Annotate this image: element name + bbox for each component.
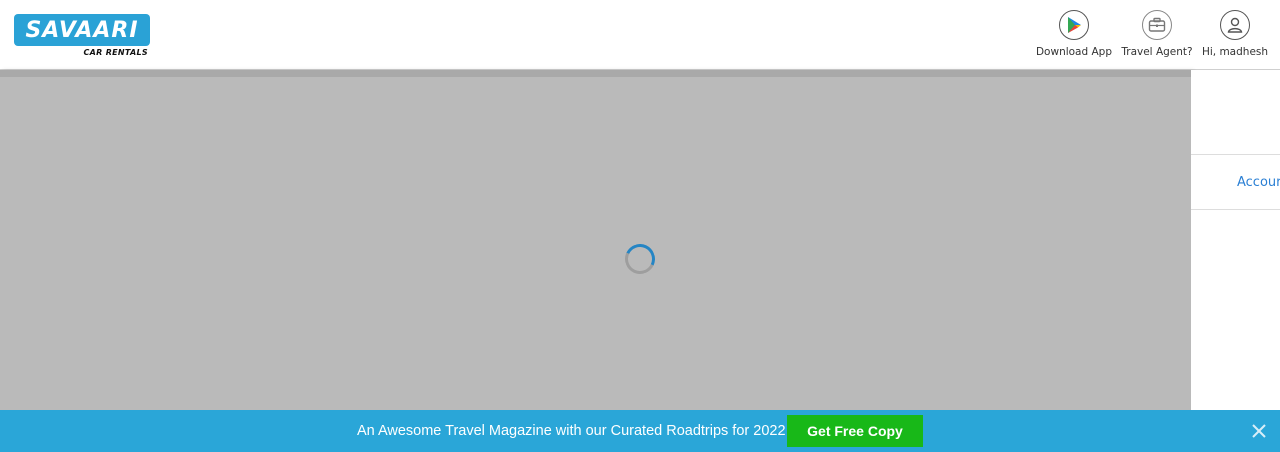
promo-banner: An Awesome Travel Magazine with our Cura… — [0, 410, 1280, 452]
promo-banner-text: An Awesome Travel Magazine with our Cura… — [357, 423, 786, 439]
main-content: Accour — [0, 70, 1280, 410]
briefcase-icon — [1142, 10, 1172, 40]
travel-agent-link[interactable]: Travel Agent? — [1119, 8, 1195, 58]
loading-overlay — [0, 70, 1191, 410]
side-divider-bottom — [1191, 209, 1280, 210]
savaari-logo[interactable]: SAVAARI CAR RENTALS — [14, 14, 150, 60]
user-account-link[interactable]: Hi, madhesh — [1200, 8, 1270, 58]
travel-agent-label: Travel Agent? — [1121, 46, 1193, 58]
logo-badge: SAVAARI — [14, 14, 150, 46]
logo-brand-text: SAVAARI — [25, 17, 139, 43]
close-icon[interactable] — [1250, 422, 1268, 440]
side-divider-top — [1191, 154, 1280, 155]
account-side-panel: Accour — [1191, 70, 1280, 410]
loading-spinner-icon — [620, 239, 660, 279]
logo-tagline: CAR RENTALS — [83, 48, 148, 57]
download-app-label: Download App — [1035, 46, 1113, 58]
account-link[interactable]: Accour — [1237, 175, 1280, 190]
get-free-copy-button[interactable]: Get Free Copy — [787, 415, 923, 447]
download-app-link[interactable]: Download App — [1033, 8, 1115, 58]
top-header: SAVAARI CAR RENTALS Download App Travel … — [0, 0, 1280, 70]
user-icon — [1220, 10, 1250, 40]
user-greeting: Hi, madhesh — [1201, 46, 1269, 58]
play-store-icon — [1059, 10, 1089, 40]
